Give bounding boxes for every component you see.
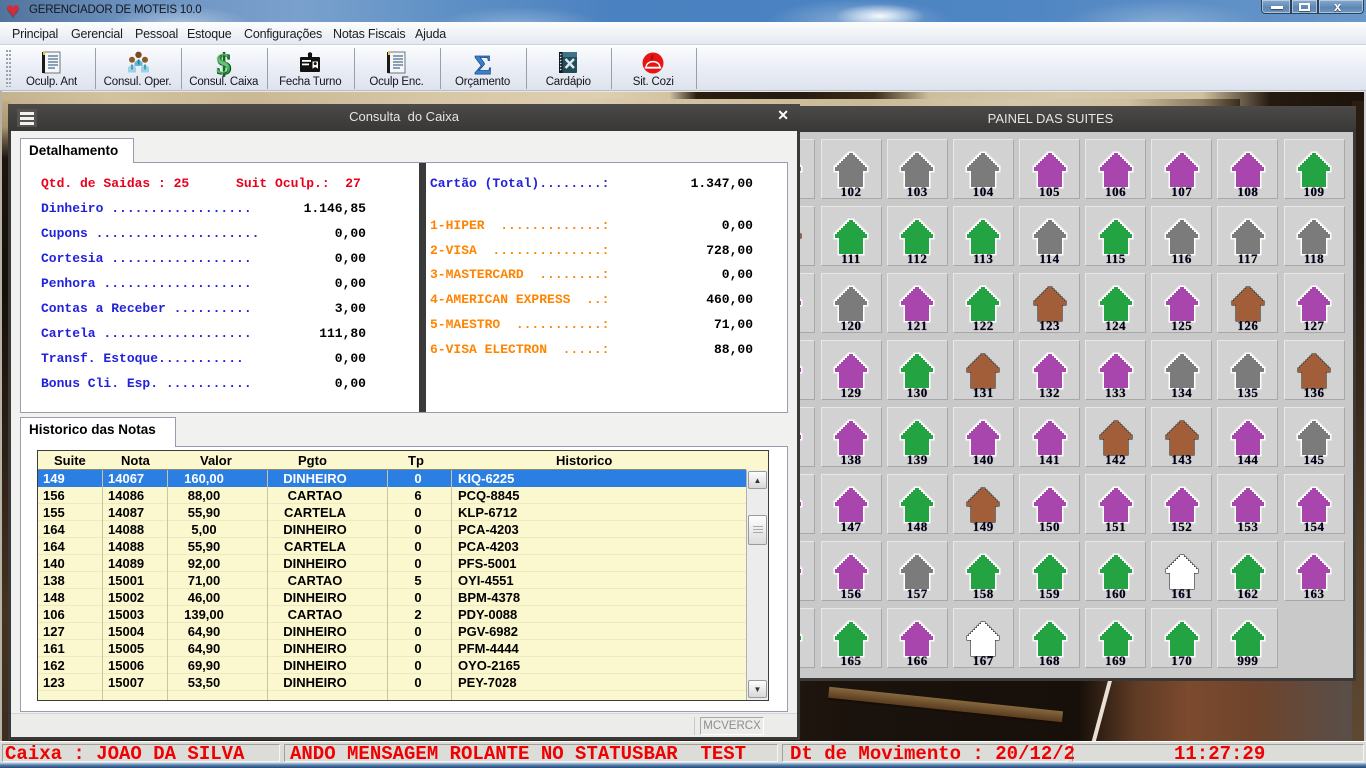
svg-text:$: $ (215, 51, 229, 77)
svg-text:Σ: Σ (474, 51, 492, 77)
